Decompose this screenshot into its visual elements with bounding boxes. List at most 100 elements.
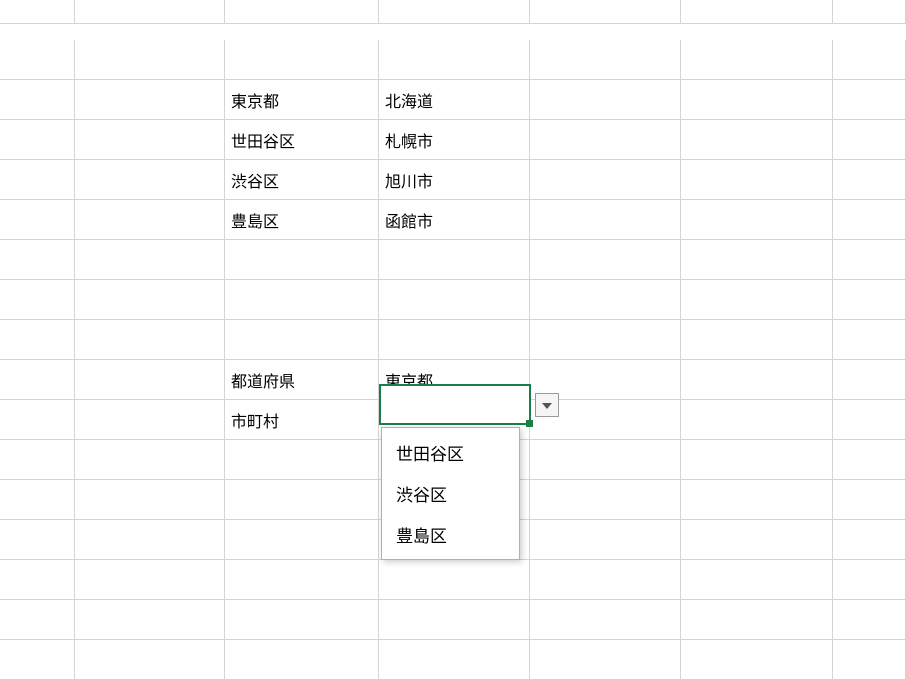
cell[interactable] xyxy=(681,440,833,480)
cell[interactable] xyxy=(0,40,75,80)
cell[interactable] xyxy=(225,0,379,24)
cell[interactable] xyxy=(75,320,225,360)
cell[interactable] xyxy=(833,200,906,240)
cell[interactable] xyxy=(833,600,906,640)
cell[interactable] xyxy=(75,520,225,560)
cell[interactable] xyxy=(833,520,906,560)
cell[interactable] xyxy=(75,200,225,240)
cell-city-label[interactable]: 市町村 xyxy=(225,400,379,440)
cell[interactable] xyxy=(0,280,75,320)
cell[interactable] xyxy=(379,560,530,600)
cell[interactable] xyxy=(0,400,75,440)
cell[interactable] xyxy=(833,560,906,600)
cell[interactable] xyxy=(530,40,681,80)
dropdown-option[interactable]: 豊島区 xyxy=(382,514,519,555)
cell[interactable] xyxy=(225,40,379,80)
cell[interactable] xyxy=(681,120,833,160)
cell[interactable] xyxy=(0,160,75,200)
cell[interactable] xyxy=(75,40,225,80)
cell-city-1-1[interactable]: 世田谷区 xyxy=(225,120,379,160)
cell[interactable] xyxy=(833,640,906,680)
cell[interactable] xyxy=(75,240,225,280)
cell[interactable] xyxy=(530,520,681,560)
cell[interactable] xyxy=(530,200,681,240)
cell[interactable] xyxy=(225,640,379,680)
cell[interactable] xyxy=(225,560,379,600)
cell[interactable] xyxy=(530,320,681,360)
cell[interactable] xyxy=(833,40,906,80)
cell[interactable] xyxy=(681,640,833,680)
cell[interactable] xyxy=(530,120,681,160)
dropdown-option[interactable]: 世田谷区 xyxy=(382,432,519,473)
cell[interactable] xyxy=(225,320,379,360)
cell[interactable] xyxy=(379,280,530,320)
cell[interactable] xyxy=(833,120,906,160)
cell[interactable] xyxy=(681,480,833,520)
cell-prefecture-header-1[interactable]: 東京都 xyxy=(225,80,379,120)
cell[interactable] xyxy=(530,240,681,280)
cell[interactable] xyxy=(530,600,681,640)
cell-prefecture-header-2[interactable]: 北海道 xyxy=(379,80,530,120)
cell-prefecture-label[interactable]: 都道府県 xyxy=(225,360,379,400)
cell[interactable] xyxy=(379,600,530,640)
cell[interactable] xyxy=(681,400,833,440)
cell[interactable] xyxy=(225,520,379,560)
cell[interactable] xyxy=(0,520,75,560)
cell[interactable] xyxy=(75,80,225,120)
cell[interactable] xyxy=(225,480,379,520)
cell[interactable] xyxy=(75,560,225,600)
cell[interactable] xyxy=(833,240,906,280)
cell[interactable] xyxy=(681,320,833,360)
data-validation-dropdown-button[interactable] xyxy=(535,393,559,417)
cell[interactable] xyxy=(833,440,906,480)
cell[interactable] xyxy=(681,200,833,240)
cell[interactable] xyxy=(0,80,75,120)
cell[interactable] xyxy=(833,360,906,400)
cell[interactable] xyxy=(0,240,75,280)
cell[interactable] xyxy=(75,0,225,24)
cell[interactable] xyxy=(75,440,225,480)
cell[interactable] xyxy=(681,160,833,200)
cell[interactable] xyxy=(379,640,530,680)
cell-city-1-3[interactable]: 豊島区 xyxy=(225,200,379,240)
cell[interactable] xyxy=(0,480,75,520)
cell-city-2-1[interactable]: 札幌市 xyxy=(379,120,530,160)
cell[interactable] xyxy=(0,360,75,400)
cell[interactable] xyxy=(681,360,833,400)
cell[interactable] xyxy=(75,600,225,640)
cell[interactable] xyxy=(833,80,906,120)
cell-city-1-2[interactable]: 渋谷区 xyxy=(225,160,379,200)
cell[interactable] xyxy=(530,640,681,680)
cell[interactable] xyxy=(681,520,833,560)
cell[interactable] xyxy=(530,560,681,600)
cell[interactable] xyxy=(0,120,75,160)
cell[interactable] xyxy=(681,80,833,120)
cell[interactable] xyxy=(530,440,681,480)
cell[interactable] xyxy=(225,600,379,640)
cell[interactable] xyxy=(833,160,906,200)
cell[interactable] xyxy=(0,320,75,360)
cell[interactable] xyxy=(0,440,75,480)
cell[interactable] xyxy=(530,0,681,24)
cell[interactable] xyxy=(681,560,833,600)
cell[interactable] xyxy=(75,280,225,320)
cell-city-2-3[interactable]: 函館市 xyxy=(379,200,530,240)
cell[interactable] xyxy=(0,640,75,680)
cell[interactable] xyxy=(681,280,833,320)
cell[interactable] xyxy=(0,560,75,600)
cell[interactable] xyxy=(75,160,225,200)
cell[interactable] xyxy=(833,320,906,360)
cell[interactable] xyxy=(530,280,681,320)
cell[interactable] xyxy=(0,200,75,240)
cell[interactable] xyxy=(681,40,833,80)
cell[interactable] xyxy=(0,0,75,24)
cell[interactable] xyxy=(833,0,906,24)
cell[interactable] xyxy=(530,80,681,120)
cell[interactable] xyxy=(379,0,530,24)
cell[interactable] xyxy=(75,480,225,520)
cell[interactable] xyxy=(530,160,681,200)
cell[interactable] xyxy=(75,640,225,680)
dropdown-option[interactable]: 渋谷区 xyxy=(382,473,519,514)
cell[interactable] xyxy=(681,0,833,24)
cell[interactable] xyxy=(225,240,379,280)
